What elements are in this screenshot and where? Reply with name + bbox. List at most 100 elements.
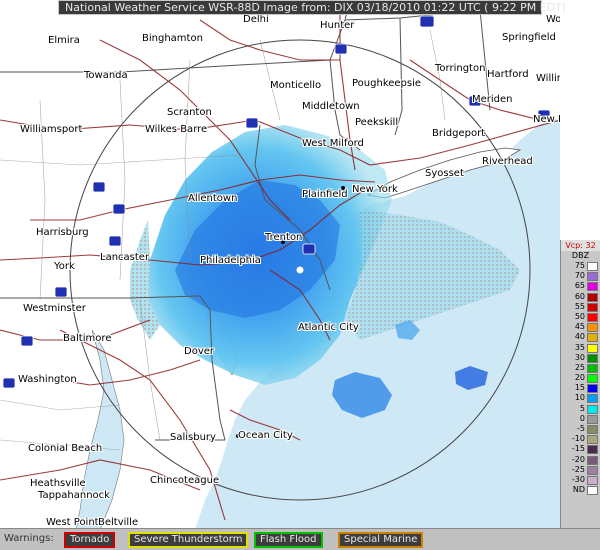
legend-label: ND (572, 485, 585, 495)
city-tappahannock: Tappahannock (38, 490, 110, 501)
city-poughkeepsie: Poughkeepsie (352, 78, 422, 89)
legend-label: -5 (577, 424, 585, 433)
city-philadelphia: Philadelphia (200, 255, 261, 266)
legend-row: 60 (561, 292, 600, 302)
city-allentown: Allentown (188, 193, 238, 204)
city-peekskill: Peekskill (355, 117, 399, 128)
city-scranton: Scranton (167, 107, 212, 118)
flash-flood-warning-button[interactable]: Flash Flood (254, 532, 323, 548)
tornado-warning-button[interactable]: Tornado (64, 532, 116, 548)
legend-label: 10 (574, 393, 585, 403)
legend-swatch (587, 272, 598, 282)
city-hunter: Hunter (320, 20, 355, 31)
legend-row: -10 (561, 434, 600, 445)
city-riverhead: Riverhead (482, 156, 533, 167)
city-dover: Dover (184, 346, 214, 357)
radar-viewer: { "title": "National Weather Service WSR… (0, 0, 600, 550)
legend-row: -15 (561, 444, 600, 455)
legend-swatch (587, 455, 598, 465)
severe-thunderstorm-warning-button[interactable]: Severe Thunderstorm (128, 532, 249, 548)
radar-map[interactable]: Delhi Hunter Worcester Elmira Binghamton… (0, 0, 560, 530)
legend-row: -5 (561, 424, 600, 434)
legend-row: 20 (561, 373, 600, 384)
radar-site (296, 266, 304, 274)
legend-swatch (587, 262, 598, 271)
legend-label: 35 (574, 342, 585, 352)
legend-swatch (587, 374, 598, 384)
city-colonialbeach: Colonial Beach (28, 443, 103, 454)
legend-row: -30 (561, 475, 600, 485)
legend-row: 70 (561, 271, 600, 282)
city-elmira: Elmira (48, 35, 80, 46)
legend-label: 45 (574, 322, 585, 332)
legend-swatch (587, 282, 598, 292)
legend-label: -15 (571, 444, 585, 454)
city-middletown: Middletown (302, 101, 360, 112)
legend-label: 0 (579, 413, 585, 423)
legend-row: 10 (561, 393, 600, 404)
legend-label: 70 (574, 271, 585, 281)
legend-swatch (587, 475, 598, 485)
city-westminster: Westminster (23, 303, 86, 314)
city-trenton: Trenton (265, 232, 303, 243)
legend-row: 65 (561, 281, 600, 292)
legend-swatch (587, 353, 598, 363)
legend-row: -20 (561, 455, 600, 465)
city-willimantic: Willimantic (536, 73, 560, 84)
city-washington: Washington (18, 374, 77, 385)
legend-label: 5 (579, 403, 585, 413)
city-york: York (54, 261, 75, 272)
legend-row: ND (561, 485, 600, 496)
legend-label: 55 (574, 301, 585, 311)
city-monticello: Monticello (270, 80, 322, 91)
legend-row: 75 (561, 261, 600, 271)
city-torrington: Torrington (435, 63, 486, 74)
city-towanda: Towanda (84, 70, 128, 81)
legend-vcp: Vcp: 32 (561, 240, 600, 251)
city-hartford: Hartford (487, 69, 529, 80)
legend-rows: 75 70 65 60 55 50 45 40 35 30 25 20 15 10 5 0 -5 -10 -15 -2… (561, 261, 600, 496)
legend-row: 55 (561, 302, 600, 312)
legend-label: 40 (574, 332, 585, 342)
legend-label: 75 (574, 261, 585, 270)
city-westpoint: West Point (46, 517, 99, 528)
legend-label: -10 (571, 434, 585, 444)
legend-swatch (587, 323, 598, 333)
city-syosset: Syosset (425, 168, 464, 179)
legend-swatch (587, 404, 598, 414)
city-westmilford: West Milford (302, 138, 364, 149)
legend-row: 35 (561, 343, 600, 353)
legend-label: 15 (574, 383, 585, 393)
legend-row: 40 (561, 332, 600, 343)
legend-swatch (587, 363, 598, 373)
legend-swatch (587, 312, 598, 322)
city-newyork: New York (352, 184, 398, 195)
legend-swatch (587, 486, 598, 496)
legend-row: 30 (561, 353, 600, 363)
city-springfield: Springfield (502, 32, 556, 43)
city-bridgeport: Bridgeport (432, 128, 486, 139)
warnings-bar: Warnings: Tornado Severe Thunderstorm Fl… (0, 528, 600, 550)
legend-label: 20 (574, 373, 585, 383)
city-atlanticcity: Atlantic City (298, 322, 359, 333)
city-beltville: Beltville (98, 517, 139, 528)
legend-label: 30 (574, 352, 585, 362)
legend-swatch (587, 302, 598, 312)
legend-row: 25 (561, 363, 600, 373)
legend-swatch (587, 333, 598, 343)
legend-swatch (587, 465, 598, 475)
legend-swatch (587, 425, 598, 434)
legend-row: 45 (561, 322, 600, 333)
legend-swatch (587, 394, 598, 404)
city-newlondon: New London (533, 114, 560, 125)
legend-swatch (587, 292, 598, 302)
legend-label: 60 (574, 291, 585, 301)
legend-label: -20 (571, 454, 585, 464)
title-bar: National Weather Service WSR-88D Image f… (58, 0, 566, 15)
legend-row: 15 (561, 383, 600, 394)
special-marine-warning-button[interactable]: Special Marine (338, 532, 424, 548)
radar-title: National Weather Service WSR-88D Image f… (65, 1, 567, 14)
city-oceancity: Ocean City (238, 430, 293, 441)
legend-label: 25 (574, 362, 585, 372)
legend-swatch (587, 414, 598, 424)
